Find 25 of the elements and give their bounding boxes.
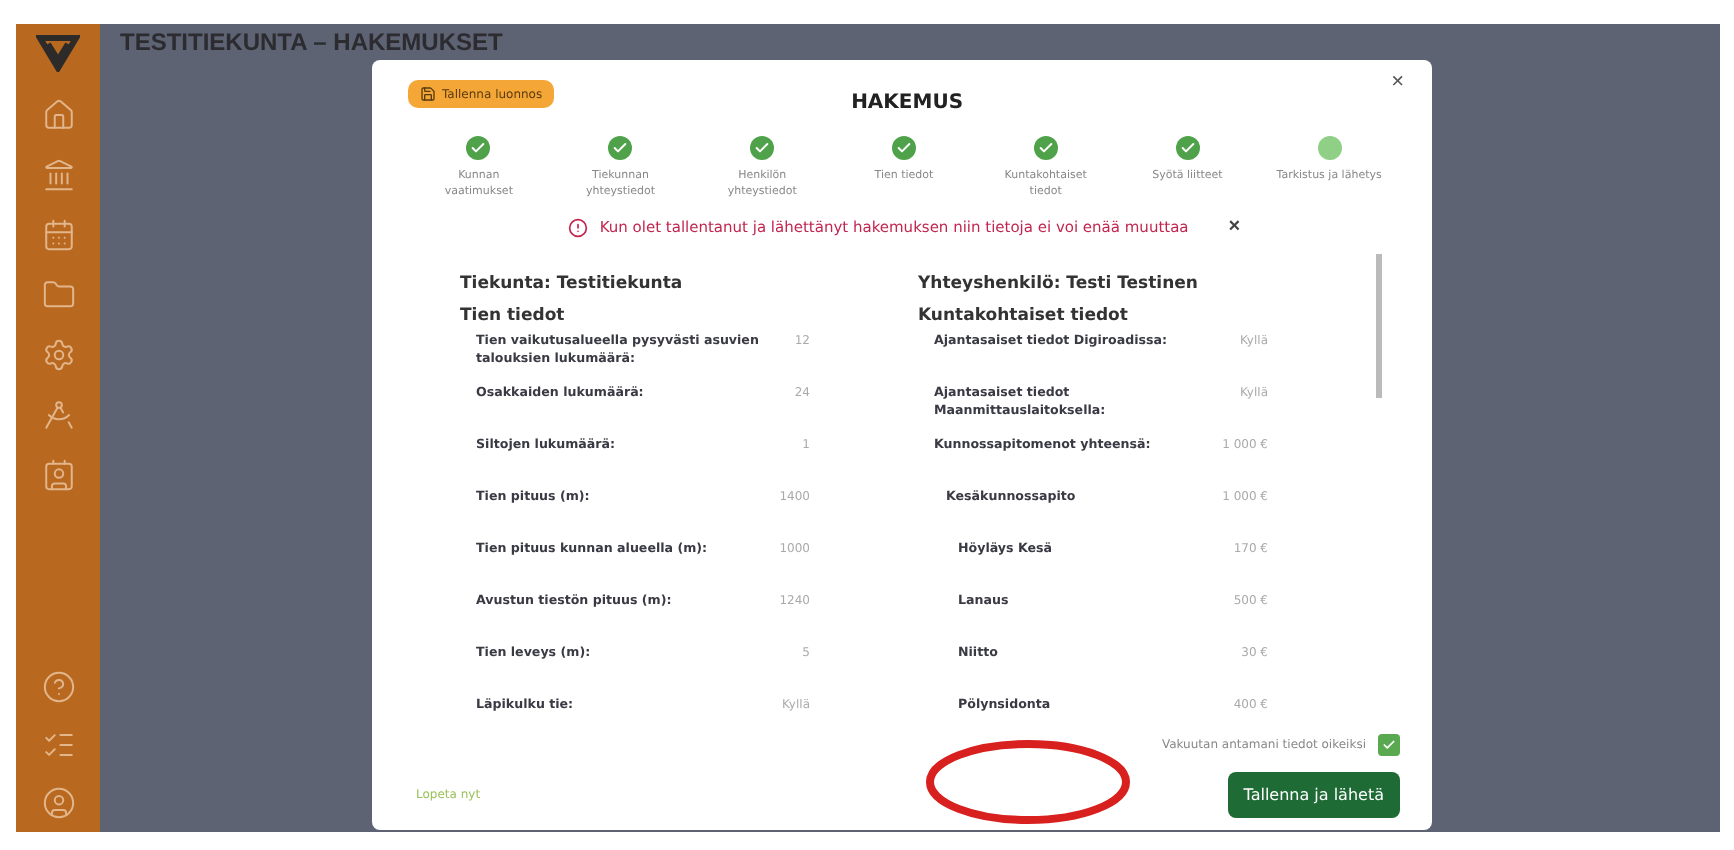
contact-card-icon[interactable] xyxy=(41,458,75,492)
user-icon[interactable] xyxy=(41,786,75,820)
dialog-title: HAKEMUS xyxy=(849,91,966,113)
checklist-icon[interactable] xyxy=(41,728,75,762)
settings-icon[interactable] xyxy=(41,338,75,372)
compass-icon[interactable] xyxy=(41,398,75,432)
calendar-icon[interactable] xyxy=(41,218,75,252)
page-title: TESTITIEKUNTA – HAKEMUKSET xyxy=(118,26,505,60)
bank-icon[interactable] xyxy=(41,158,75,192)
alert-icon xyxy=(567,217,588,238)
home-icon[interactable] xyxy=(41,98,75,132)
check-icon xyxy=(1382,738,1396,752)
help-icon[interactable] xyxy=(41,670,75,704)
folder-icon[interactable] xyxy=(41,278,75,312)
scrollbar[interactable] xyxy=(1376,254,1382,399)
alert-close-button[interactable]: × xyxy=(1228,216,1241,239)
close-button[interactable]: × xyxy=(1391,70,1404,94)
save-icon xyxy=(420,86,436,102)
section-title: Kuntakohtaiset tiedot xyxy=(918,306,1130,327)
section-title: Tien tiedot xyxy=(460,306,567,327)
section-heading: Yhteyshenkilö: Testi Testinen xyxy=(918,274,1200,295)
submit-button[interactable]: Tallenna ja lähetä xyxy=(1227,772,1400,818)
confirm-checkbox[interactable] xyxy=(1378,734,1400,756)
section-heading: Tiekunta: Testitiekunta xyxy=(460,274,685,295)
logo-icon[interactable] xyxy=(36,32,80,72)
